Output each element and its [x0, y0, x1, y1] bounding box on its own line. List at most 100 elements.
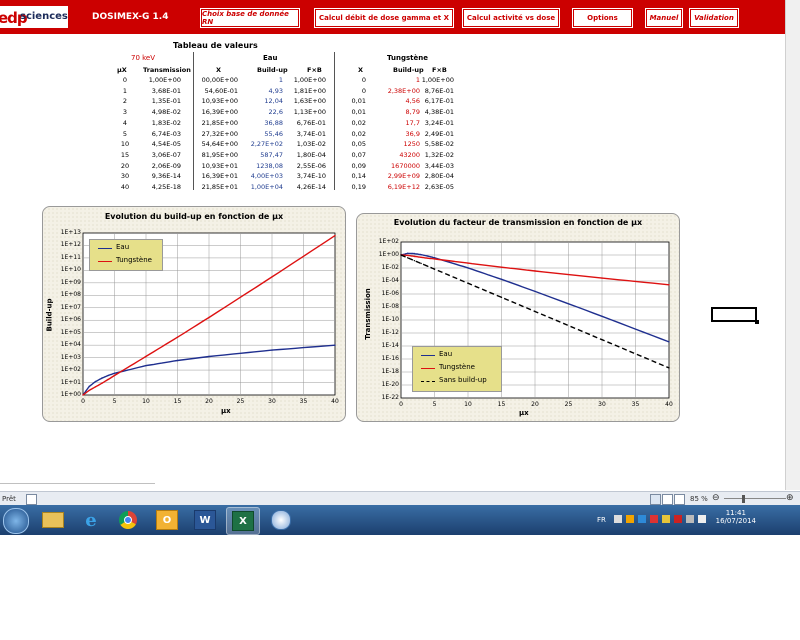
cell-transmission[interactable]: 2,06E-09	[143, 162, 181, 170]
cell-fxb-w[interactable]: 1,32E-02	[418, 151, 454, 159]
options-button[interactable]: Options	[573, 9, 632, 27]
cell-x-w[interactable]: 0,02	[344, 130, 366, 138]
cell-x-eau[interactable]: 16,39E+01	[194, 172, 238, 180]
cell-transmission[interactable]: 3,06E-07	[143, 151, 181, 159]
page-layout-icon[interactable]	[662, 494, 673, 505]
cell-x-eau[interactable]: 54,60E-01	[194, 87, 238, 95]
fill-handle[interactable]	[755, 320, 759, 324]
cell-x-w[interactable]: 0	[344, 87, 366, 95]
cell-buildup-w[interactable]: 36,9	[375, 130, 420, 138]
cell-x-w[interactable]: 0,01	[344, 108, 366, 116]
language-indicator[interactable]: FR	[597, 516, 606, 524]
cell-transmission[interactable]: 6,74E-03	[143, 130, 181, 138]
cell-x-w[interactable]: 0	[344, 76, 366, 84]
cell-transmission[interactable]: 1,83E-02	[143, 119, 181, 127]
cell-fxb-eau[interactable]: 6,76E-01	[290, 119, 326, 127]
cell-fxb-eau[interactable]: 1,81E+00	[290, 87, 326, 95]
zoom-out-icon[interactable]: ⊖	[712, 493, 720, 503]
cell-buildup-w[interactable]: 1250	[375, 140, 420, 148]
cell-buildup-w[interactable]: 1	[375, 76, 420, 84]
cell-x-w[interactable]: 0,09	[344, 162, 366, 170]
choix-base-button[interactable]: Choix base de donnée RN	[201, 9, 299, 27]
clock[interactable]: 11:41 16/07/2014	[716, 509, 756, 525]
cell-x-eau[interactable]: 81,95E+00	[194, 151, 238, 159]
cell-fxb-eau[interactable]: 1,13E+00	[290, 108, 326, 116]
cell-buildup-eau[interactable]: 1	[245, 76, 283, 84]
cell-x-eau[interactable]: 16,39E+00	[194, 108, 238, 116]
cell-fxb-eau[interactable]: 1,00E+00	[290, 76, 326, 84]
cell-mux[interactable]: 10	[117, 140, 133, 148]
transmission-chart[interactable]: Evolution du facteur de transmission en …	[356, 213, 680, 422]
cell-fxb-w[interactable]: 3,44E-03	[418, 162, 454, 170]
cell-x-w[interactable]: 0,14	[344, 172, 366, 180]
zoom-in-icon[interactable]: ⊕	[786, 493, 794, 503]
volume-icon[interactable]	[698, 515, 706, 523]
cell-x-eau[interactable]: 54,64E+00	[194, 140, 238, 148]
cell-transmission[interactable]: 4,25E-18	[143, 183, 181, 191]
word-icon[interactable]: W	[189, 507, 221, 533]
tray-icon[interactable]	[626, 515, 634, 523]
cell-buildup-w[interactable]: 17,7	[375, 119, 420, 127]
cell-x-w[interactable]: 0,02	[344, 119, 366, 127]
app-icon[interactable]	[265, 507, 297, 533]
tray-icon[interactable]	[650, 515, 658, 523]
cell-mux[interactable]: 20	[117, 162, 133, 170]
cell-buildup-w[interactable]: 43200	[375, 151, 420, 159]
cell-transmission[interactable]: 1,00E+00	[143, 76, 181, 84]
cell-mux[interactable]: 15	[117, 151, 133, 159]
cell-buildup-w[interactable]: 1670000	[375, 162, 420, 170]
buildup-chart[interactable]: Evolution du build-up en fonction de µx …	[42, 206, 346, 422]
normal-view-icon[interactable]	[650, 494, 661, 505]
cell-fxb-eau[interactable]: 2,55E-06	[290, 162, 326, 170]
cell-fxb-eau[interactable]: 1,63E+00	[290, 97, 326, 105]
cell-buildup-eau[interactable]: 587,47	[245, 151, 283, 159]
cell-x-w[interactable]: 0,07	[344, 151, 366, 159]
cell-fxb-eau[interactable]: 4,26E-14	[290, 183, 326, 191]
start-button[interactable]	[3, 508, 29, 534]
cell-buildup-w[interactable]: 2,38E+00	[375, 87, 420, 95]
cell-mux[interactable]: 30	[117, 172, 133, 180]
calcul-debit-button[interactable]: Calcul débit de dose gamma et X	[315, 9, 453, 27]
cell-buildup-w[interactable]: 6,19E+12	[375, 183, 420, 191]
excel-icon[interactable]: X	[226, 507, 260, 535]
cell-transmission[interactable]: 4,98E-02	[143, 108, 181, 116]
cell-buildup-w[interactable]: 2,99E+09	[375, 172, 420, 180]
zoom-slider-thumb[interactable]	[742, 495, 745, 503]
cell-buildup-eau[interactable]: 55,46	[245, 130, 283, 138]
manuel-button[interactable]: Manuel	[646, 9, 682, 27]
validation-button[interactable]: Validation	[690, 9, 738, 27]
cell-x-eau[interactable]: 27,32E+00	[194, 130, 238, 138]
cell-fxb-w[interactable]: 2,63E-05	[418, 183, 454, 191]
cell-mux[interactable]: 5	[117, 130, 133, 138]
cell-x-eau[interactable]: 10,93E+00	[194, 97, 238, 105]
cell-buildup-eau[interactable]: 2,27E+02	[245, 140, 283, 148]
cell-mux[interactable]: 4	[117, 119, 133, 127]
cell-x-w[interactable]: 0,01	[344, 97, 366, 105]
cell-fxb-w[interactable]: 2,49E-01	[418, 130, 454, 138]
outlook-icon[interactable]: O	[151, 507, 183, 533]
cell-mux[interactable]: 3	[117, 108, 133, 116]
cell-x-w[interactable]: 0,19	[344, 183, 366, 191]
cell-buildup-eau[interactable]: 1,00E+04	[245, 183, 283, 191]
cell-buildup-eau[interactable]: 36,88	[245, 119, 283, 127]
cell-fxb-w[interactable]: 1,00E+00	[418, 76, 454, 84]
cell-transmission[interactable]: 9,36E-14	[143, 172, 181, 180]
zoom-slider[interactable]	[724, 498, 786, 499]
cell-x-eau[interactable]: 21,85E+00	[194, 119, 238, 127]
cell-fxb-w[interactable]: 4,38E-01	[418, 108, 454, 116]
cell-x-eau[interactable]: 21,85E+01	[194, 183, 238, 191]
ie-icon[interactable]: e	[75, 507, 107, 533]
cell-mux[interactable]: 1	[117, 87, 133, 95]
cell-fxb-eau[interactable]: 1,03E-02	[290, 140, 326, 148]
cell-x-w[interactable]: 0,05	[344, 140, 366, 148]
cell-x-eau[interactable]: 00,00E+00	[194, 76, 238, 84]
cell-fxb-w[interactable]: 8,76E-01	[418, 87, 454, 95]
cell-transmission[interactable]: 1,35E-01	[143, 97, 181, 105]
cell-mux[interactable]: 2	[117, 97, 133, 105]
cell-buildup-w[interactable]: 4,56	[375, 97, 420, 105]
chrome-icon[interactable]	[112, 507, 144, 533]
cell-fxb-eau[interactable]: 3,74E-01	[290, 130, 326, 138]
cell-fxb-w[interactable]: 5,58E-02	[418, 140, 454, 148]
macro-record-icon[interactable]	[26, 494, 37, 505]
cell-x-eau[interactable]: 10,93E+01	[194, 162, 238, 170]
